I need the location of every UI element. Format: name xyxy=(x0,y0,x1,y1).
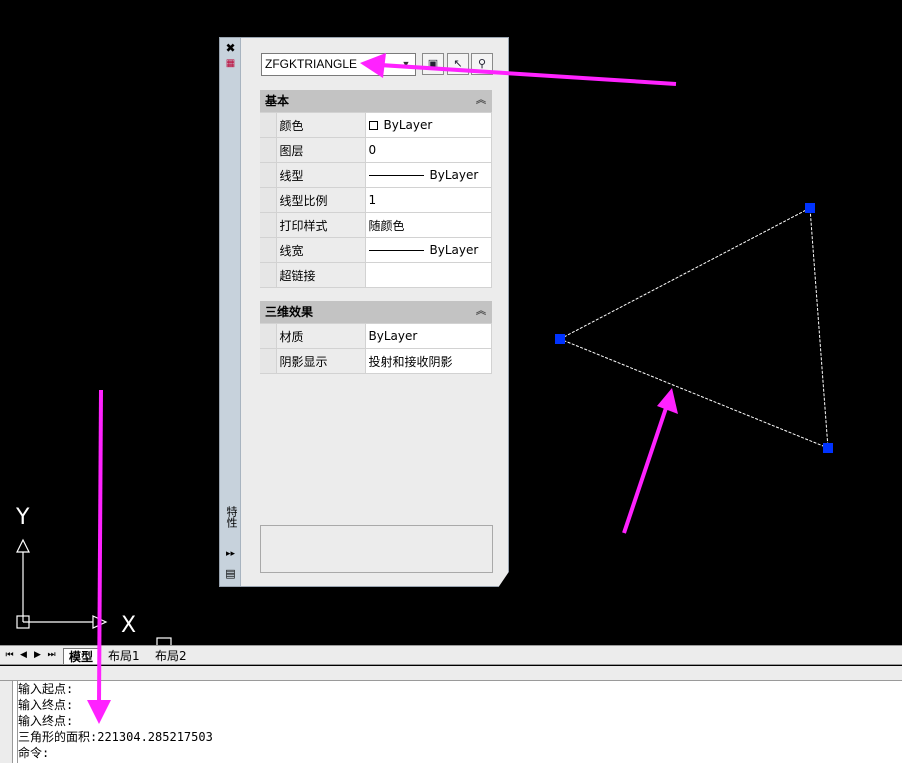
row-gutter xyxy=(260,323,277,349)
properties-palette[interactable]: ✖ ▦ 特性 ▸▸ ▤ ZFGKTRIANGLE ▼ ▣ ↖ ⚲ 基本 ︽ 颜色 By… xyxy=(219,37,509,587)
color-swatch-icon xyxy=(368,121,378,130)
property-value-text: ByLayer xyxy=(429,168,479,182)
property-value[interactable]: ByLayer xyxy=(364,237,492,263)
row-gutter xyxy=(260,187,277,213)
quick-select-icon: ⚲ xyxy=(477,57,487,70)
property-name: 图层 xyxy=(275,137,366,163)
section-title: 三维效果 xyxy=(265,305,314,319)
triangle-entity[interactable] xyxy=(558,207,829,449)
property-value-text: ByLayer xyxy=(429,243,479,257)
property-row[interactable]: 图层 0 xyxy=(260,137,492,163)
property-value-text: ByLayer xyxy=(368,329,418,343)
layout-tab-bar: ⏮ ◀ ▶ ⏭ 模型 布局1 布局2 xyxy=(0,645,902,665)
property-value[interactable]: ByLayer xyxy=(364,112,492,138)
row-gutter xyxy=(260,162,277,188)
axis-y-label: Y xyxy=(15,505,30,530)
property-value[interactable] xyxy=(364,262,492,288)
properties-toggle-icon[interactable]: ▸▸ xyxy=(223,547,238,561)
section-title: 基本 xyxy=(265,94,290,108)
property-name: 打印样式 xyxy=(275,212,366,238)
row-gutter xyxy=(260,262,277,288)
property-row[interactable]: 线型比例 1 xyxy=(260,187,492,213)
property-name: 线型比例 xyxy=(275,187,366,213)
property-name: 材质 xyxy=(275,323,366,349)
tab-model[interactable]: 模型 xyxy=(63,648,100,664)
property-name: 线型 xyxy=(275,162,366,188)
property-value-text: 0 xyxy=(368,143,377,157)
tab-layout1[interactable]: 布局1 xyxy=(103,648,145,664)
palette-title: 特性 xyxy=(225,506,238,528)
object-type-value: ZFGKTRIANGLE xyxy=(265,57,358,71)
property-name: 颜色 xyxy=(275,112,366,138)
select-objects-icon: ↖ xyxy=(453,57,463,70)
property-row[interactable]: 材质 ByLayer xyxy=(260,323,492,349)
property-table: 颜色 ByLayer 图层 0 线型 ByLayer 线型比例 1 打印样式 随颜色 线宽 ByLay… xyxy=(260,112,492,288)
property-value-text: 随颜色 xyxy=(368,218,405,233)
prev-tab-icon[interactable]: ◀ xyxy=(18,649,29,661)
property-row[interactable]: 线宽 ByLayer xyxy=(260,237,492,263)
command-history-line: 输入终点: xyxy=(18,698,74,712)
close-icon[interactable]: ✖ xyxy=(223,41,238,55)
row-gutter xyxy=(260,137,277,163)
last-tab-icon[interactable]: ⏭ xyxy=(46,649,57,661)
command-history-line: 三角形的面积:221304.285217503 xyxy=(18,730,213,744)
section-header[interactable]: 基本 ︽ xyxy=(260,90,492,112)
property-value-text: ByLayer xyxy=(383,118,433,132)
select-objects-button[interactable]: ↖ xyxy=(447,53,469,75)
row-gutter xyxy=(260,112,277,138)
collapse-icon[interactable]: ︽ xyxy=(476,301,486,323)
property-row[interactable]: 打印样式 随颜色 xyxy=(260,212,492,238)
axis-x-label: X xyxy=(121,613,136,638)
property-row[interactable]: 颜色 ByLayer xyxy=(260,112,492,138)
command-history-line: 输入终点: xyxy=(18,714,74,728)
command-prompt[interactable]: 命令: xyxy=(18,745,49,761)
property-value[interactable]: 0 xyxy=(364,137,492,163)
property-row[interactable]: 超链接 xyxy=(260,262,492,288)
command-splitter[interactable] xyxy=(0,666,902,681)
grip-point[interactable] xyxy=(823,443,833,453)
auto-hide-icon[interactable]: ▦ xyxy=(223,57,238,71)
palette-title-strip[interactable]: ✖ ▦ 特性 ▸▸ ▤ xyxy=(220,38,241,586)
row-gutter xyxy=(260,212,277,238)
property-name: 超链接 xyxy=(275,262,366,288)
property-name: 阴影显示 xyxy=(275,348,366,374)
row-gutter xyxy=(260,237,277,263)
property-value[interactable]: 投射和接收阴影 xyxy=(364,348,492,374)
property-value-text: 1 xyxy=(368,193,377,207)
description-box xyxy=(260,525,493,573)
line-sample-icon xyxy=(368,250,424,251)
property-value-text: 投射和接收阴影 xyxy=(368,354,453,369)
collapse-icon[interactable]: ︽ xyxy=(476,90,486,112)
toggle-pickadd-button[interactable]: ▣ xyxy=(422,53,444,75)
property-value[interactable]: 随颜色 xyxy=(364,212,492,238)
property-value[interactable]: 1 xyxy=(364,187,492,213)
grip-point[interactable] xyxy=(555,334,565,344)
palette-menu-icon[interactable]: ▤ xyxy=(223,567,238,581)
palette-body: ZFGKTRIANGLE ▼ ▣ ↖ ⚲ 基本 ︽ 颜色 ByLayer 图层 0 线型 By… xyxy=(242,38,508,586)
command-line-window[interactable]: 输入起点: 输入终点: 输入终点: 三角形的面积:221304.28521750… xyxy=(0,681,902,763)
line-sample-icon xyxy=(368,175,424,176)
command-history-line: 输入起点: xyxy=(18,682,74,696)
property-table: 材质 ByLayer 阴影显示 投射和接收阴影 xyxy=(260,323,492,374)
object-type-select[interactable]: ZFGKTRIANGLE ▼ xyxy=(261,53,416,76)
next-tab-icon[interactable]: ▶ xyxy=(32,649,43,661)
quick-select-button[interactable]: ⚲ xyxy=(471,53,493,75)
property-row[interactable]: 阴影显示 投射和接收阴影 xyxy=(260,348,492,374)
row-gutter xyxy=(260,348,277,374)
grip-point[interactable] xyxy=(805,203,815,213)
chevron-down-icon[interactable]: ▼ xyxy=(399,56,413,73)
first-tab-icon[interactable]: ⏮ xyxy=(4,649,15,661)
ucs-icon xyxy=(16,538,172,645)
property-name: 线宽 xyxy=(275,237,366,263)
pickadd-icon: ▣ xyxy=(427,57,439,70)
property-value[interactable]: ByLayer xyxy=(364,323,492,349)
section-header[interactable]: 三维效果 ︽ xyxy=(260,301,492,323)
property-row[interactable]: 线型 ByLayer xyxy=(260,162,492,188)
property-value[interactable]: ByLayer xyxy=(364,162,492,188)
tab-layout2[interactable]: 布局2 xyxy=(150,648,192,664)
